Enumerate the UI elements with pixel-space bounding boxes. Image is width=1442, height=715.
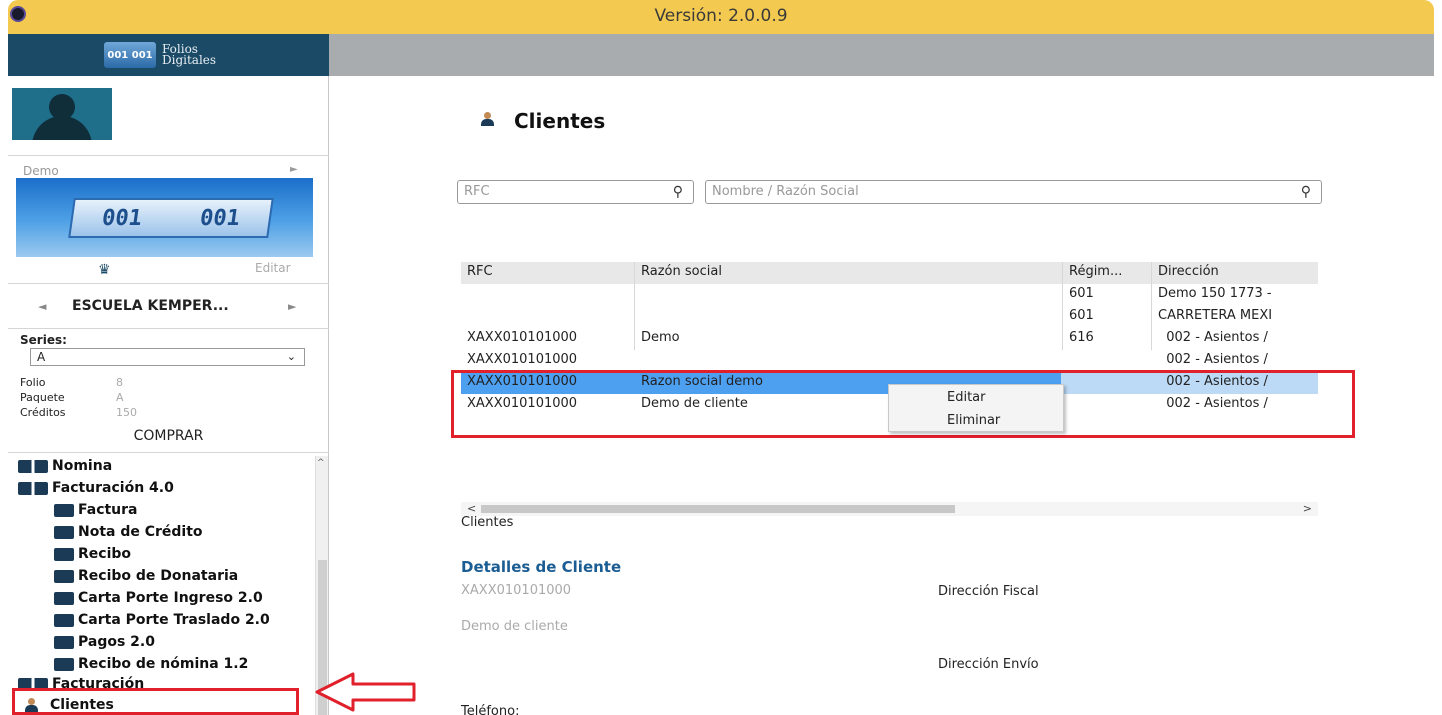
folder-stack-icon — [18, 459, 48, 473]
search-icon[interactable]: ⚲ — [1301, 181, 1311, 203]
package-row: Paquete A — [20, 391, 124, 404]
credits-label: Créditos — [20, 406, 66, 419]
divider — [8, 328, 329, 329]
package-label: Paquete — [20, 391, 65, 404]
table-header: RFC Razón social Régim... Dirección — [461, 262, 1318, 284]
folio-label: Folio — [20, 376, 46, 389]
title-bar: Versión: 2.0.0.9 — [8, 0, 1434, 34]
top-toolbar — [329, 34, 1434, 76]
scroll-left-icon[interactable]: < — [467, 502, 476, 515]
divider — [8, 283, 329, 284]
menu-item-recibo[interactable]: Recibo — [54, 546, 131, 562]
menu-item-nomina[interactable]: Nomina — [18, 458, 112, 474]
menu-item-recibo-nomina[interactable]: Recibo de nómina 1.2 — [54, 656, 248, 672]
edit-profile-link[interactable]: Editar — [255, 261, 291, 275]
version-label: Versión: 2.0.0.9 — [654, 6, 788, 26]
table-row[interactable]: 601 CARRETERA MEXI — [461, 306, 1318, 328]
client-icon — [480, 112, 496, 130]
fiscal-address-label: Dirección Fiscal — [938, 584, 1039, 599]
series-select[interactable]: A ⌄ — [30, 348, 305, 366]
menu-item-nota-credito[interactable]: Nota de Crédito — [54, 524, 203, 540]
brand-logo: 001 001 Folios Digitales — [104, 42, 216, 68]
series-value: A — [37, 350, 46, 364]
phone-label: Teléfono: — [461, 704, 520, 715]
context-menu: Editar Eliminar — [888, 384, 1064, 432]
divider — [8, 452, 329, 453]
logo-text-line2: Digitales — [162, 53, 217, 67]
name-search-input[interactable]: Nombre / Razón Social ⚲ — [705, 180, 1322, 204]
table-row[interactable]: 601 Demo 150 1773 - — [461, 284, 1318, 306]
column-header-direccion[interactable]: Dirección — [1158, 264, 1219, 279]
company-selector: ◄ ESCUELA KEMPER... ► — [8, 294, 329, 322]
folio-row: Folio 8 — [20, 376, 123, 389]
navigation-tree: Nomina Facturación 4.0 Factura Nota de C… — [8, 456, 315, 715]
folder-icon — [54, 613, 74, 627]
avatar[interactable] — [12, 88, 112, 140]
menu-item-recibo-donataria[interactable]: Recibo de Donataria — [54, 568, 238, 584]
product-digits-right: 001 — [198, 205, 242, 231]
folder-double-icon — [18, 481, 48, 495]
menu-item-factura[interactable]: Factura — [54, 502, 138, 518]
folder-icon — [54, 569, 74, 583]
profile-name: Demo — [23, 164, 59, 178]
folder-icon — [54, 591, 74, 605]
rfc-search-input[interactable]: RFC ⚲ — [457, 180, 694, 204]
column-header-rfc[interactable]: RFC — [467, 264, 493, 279]
series-label: Series: — [20, 333, 67, 347]
folder-icon — [54, 635, 74, 649]
credits-row: Créditos 150 — [20, 406, 137, 419]
page-title: Clientes — [480, 109, 605, 133]
shipping-address-label: Dirección Envío — [938, 657, 1039, 672]
column-header-regimen[interactable]: Régim... — [1069, 264, 1122, 279]
detail-rfc: XAXX010101000 — [461, 583, 572, 598]
table-row[interactable]: XAXX010101000 002 - Asientos / — [461, 350, 1318, 372]
package-value: A — [116, 391, 124, 404]
logo-cube-icon: 001 001 — [104, 42, 156, 68]
scroll-right-icon[interactable]: > — [1303, 502, 1312, 515]
prev-company-icon[interactable]: ◄ — [38, 300, 46, 313]
table-row[interactable]: XAXX010101000 Demo 616 002 - Asientos / — [461, 328, 1318, 350]
search-icon[interactable]: ⚲ — [673, 181, 683, 203]
next-company-icon[interactable]: ► — [288, 300, 296, 313]
table-horizontal-scrollbar[interactable]: < > — [461, 502, 1318, 516]
menu-item-pagos[interactable]: Pagos 2.0 — [54, 634, 155, 650]
folder-icon — [54, 525, 74, 539]
crown-icon: ♛ — [98, 262, 111, 278]
menu-item-facturacion-4[interactable]: Facturación 4.0 — [18, 480, 174, 496]
product-digits-left: 001 — [100, 205, 144, 231]
detail-name: Demo de cliente — [461, 619, 568, 634]
client-details-title: Detalles de Cliente — [461, 558, 622, 576]
folder-icon — [54, 547, 74, 561]
clientes-highlight — [12, 688, 299, 715]
product-image: 001 001 — [16, 178, 313, 257]
column-header-razon-social[interactable]: Razón social — [641, 264, 722, 279]
context-menu-delete[interactable]: Eliminar — [947, 413, 1000, 428]
company-name: ESCUELA KEMPER... — [72, 298, 229, 314]
folder-icon — [54, 657, 74, 671]
scrollbar-thumb[interactable] — [481, 505, 955, 513]
buy-button[interactable]: COMPRAR — [8, 428, 329, 444]
table-caption: Clientes — [461, 515, 514, 530]
brand-header: 001 001 Folios Digitales — [8, 34, 329, 76]
expand-arrow-icon[interactable]: ► — [290, 164, 298, 175]
annotation-arrow-icon — [315, 672, 416, 712]
divider — [8, 155, 329, 156]
folio-value: 8 — [116, 376, 123, 389]
menu-item-carta-porte-ingreso[interactable]: Carta Porte Ingreso 2.0 — [54, 590, 263, 606]
credits-value: 150 — [116, 406, 137, 419]
chevron-down-icon: ⌄ — [286, 350, 296, 363]
context-menu-edit[interactable]: Editar — [947, 390, 986, 405]
menu-item-carta-porte-traslado[interactable]: Carta Porte Traslado 2.0 — [54, 612, 270, 628]
folder-icon — [54, 503, 74, 517]
scroll-up-icon[interactable]: ^ — [317, 458, 325, 468]
